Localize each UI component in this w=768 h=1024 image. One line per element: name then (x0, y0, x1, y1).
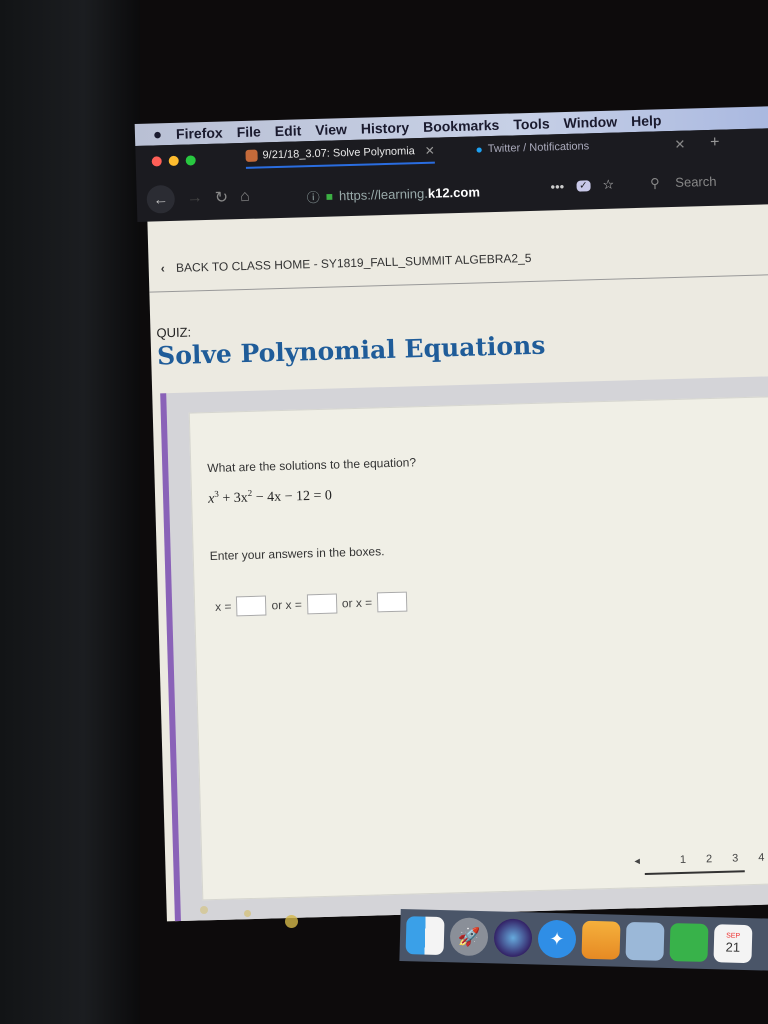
menu-firefox[interactable]: Firefox (176, 125, 223, 142)
calendar-day: 21 (725, 939, 741, 955)
finder-icon[interactable] (405, 916, 445, 956)
eq-rest: − 4x − 12 = 0 (252, 488, 333, 506)
quiz-frame: What are the solutions to the equation? … (160, 376, 768, 922)
safari-icon[interactable]: ✦ (537, 919, 577, 959)
url-prefix: https://learning. (338, 185, 429, 204)
twitter-bird-icon: ● (475, 142, 483, 157)
facetime-icon[interactable] (669, 923, 709, 963)
k12-favicon-icon (245, 149, 258, 162)
preview-icon[interactable] (625, 921, 665, 961)
question-pager: ◂ 1 2 3 4 (614, 851, 765, 876)
answer-label-2: or x = (271, 597, 303, 613)
page-title: Solve Polynomial Equations (156, 330, 546, 371)
divider (149, 274, 768, 293)
screen: ● Firefox File Edit View History Bookmar… (134, 82, 768, 960)
home-button[interactable]: ⌂ (240, 188, 250, 206)
siri-icon[interactable] (493, 918, 533, 958)
forward-button[interactable]: → (187, 189, 203, 207)
light-reflection (200, 906, 208, 914)
calendar-icon[interactable]: SEP 21 (713, 924, 753, 964)
tab-label: 9/21/18_3.07: Solve Polynomia (262, 145, 415, 162)
answer-input-3[interactable] (376, 591, 408, 613)
bookmark-star-icon[interactable]: ☆ (602, 177, 614, 193)
back-to-class-link[interactable]: ‹ BACK TO CLASS HOME - SY1819_FALL_SUMMI… (161, 251, 532, 275)
menu-edit[interactable]: Edit (275, 122, 302, 139)
back-button[interactable]: ← (146, 184, 176, 214)
url-domain: k12.com (427, 184, 481, 201)
answer-input-2[interactable] (306, 593, 338, 615)
tab-quiz[interactable]: 9/21/18_3.07: Solve Polynomia ✕ (245, 143, 436, 169)
answer-label-1: x = (214, 599, 232, 614)
answer-label-3: or x = (341, 595, 373, 611)
menu-view[interactable]: View (315, 121, 347, 138)
tab-close-icon[interactable]: ✕ (425, 144, 435, 158)
close-tab-icon[interactable]: ✕ (674, 137, 685, 153)
quiz-label: QUIZ: (156, 324, 192, 341)
pager-page-3[interactable]: 3 (732, 852, 738, 864)
answer-row: x = or x = or x = (214, 591, 413, 617)
eq-term2: + 3x (218, 490, 248, 507)
menu-file[interactable]: File (236, 123, 261, 140)
window-maximize-button[interactable] (185, 155, 196, 166)
pages-icon[interactable] (581, 920, 621, 960)
answer-input-1[interactable] (236, 595, 267, 617)
pager-progress-underline (644, 870, 745, 876)
window-close-button[interactable] (151, 156, 162, 167)
menu-bookmarks[interactable]: Bookmarks (423, 117, 500, 135)
pager-page-4[interactable]: 4 (758, 851, 764, 863)
mac-dock: 🚀 ✦ SEP 21 (399, 908, 768, 972)
lock-icon: ■ (325, 188, 334, 204)
instruction-text: Enter your answers in the boxes. (209, 544, 385, 564)
light-reflection (244, 910, 251, 917)
question-text: What are the solutions to the equation? (207, 455, 417, 476)
pager-page-2[interactable]: 2 (706, 853, 712, 865)
window-minimize-button[interactable] (168, 155, 179, 167)
menu-history[interactable]: History (361, 119, 410, 136)
new-tab-button[interactable]: + (710, 134, 720, 152)
pager-prev-icon[interactable]: ◂ (634, 854, 640, 867)
url-bar[interactable]: ⓘ ■ https://learning. k12.com (307, 182, 481, 206)
tab-label: Twitter / Notifications (487, 140, 590, 156)
launchpad-icon[interactable]: 🚀 (449, 917, 489, 957)
chevron-left-icon: ‹ (160, 261, 165, 276)
nav-right-controls: ••• ✓ ☆ ⚲ Search (538, 174, 716, 195)
info-icon[interactable]: ⓘ (307, 187, 321, 206)
menu-tools[interactable]: Tools (513, 115, 550, 132)
menu-window[interactable]: Window (563, 114, 617, 131)
web-page: ‹ BACK TO CLASS HOME - SY1819_FALL_SUMMI… (147, 204, 768, 922)
light-reflection (285, 915, 298, 928)
apple-icon[interactable]: ● (153, 126, 163, 143)
page-actions-icon[interactable]: ••• (550, 179, 564, 194)
monitor-bezel (0, 0, 140, 1024)
tab-twitter[interactable]: ● Twitter / Notifications (475, 139, 589, 156)
equation: x3 + 3x2 − 4x − 12 = 0 (208, 486, 332, 508)
back-link-label: BACK TO CLASS HOME - SY1819_FALL_SUMMIT … (175, 250, 532, 275)
pocket-icon[interactable]: ✓ (576, 179, 591, 192)
search-icon: ⚲ (649, 175, 660, 191)
search-placeholder: Search (675, 173, 717, 190)
menu-help[interactable]: Help (631, 112, 662, 129)
reload-button[interactable]: ↻ (214, 187, 229, 207)
search-box[interactable]: ⚲ Search (638, 174, 717, 192)
pager-page-1[interactable]: 1 (680, 853, 686, 865)
question-card: What are the solutions to the equation? … (188, 396, 768, 901)
